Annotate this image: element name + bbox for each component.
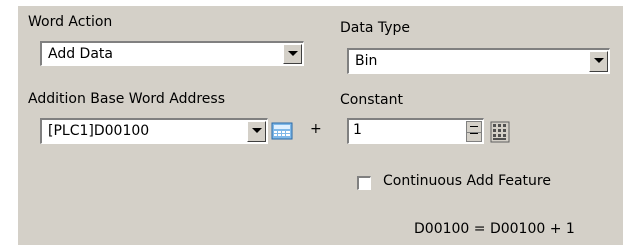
- keypad-icon[interactable]: [271, 120, 293, 142]
- chevron-down-icon[interactable]: [283, 44, 302, 64]
- plus-sign: +: [310, 121, 322, 137]
- addition-base-label: Addition Base Word Address: [28, 91, 225, 107]
- data-type-dropdown[interactable]: Bin: [347, 48, 610, 74]
- formula-text: D00100 = D00100 + 1: [414, 221, 575, 237]
- continuous-add-checkbox[interactable]: [357, 176, 371, 190]
- data-type-value: Bin: [355, 53, 378, 69]
- addition-base-value: [PLC1]D00100: [48, 123, 150, 139]
- word-action-dropdown[interactable]: Add Data: [40, 41, 304, 66]
- addition-base-address-dropdown[interactable]: [PLC1]D00100: [40, 118, 268, 144]
- constant-input[interactable]: 1: [347, 118, 484, 144]
- settings-panel: Word Action Add Data Data Type Bin Addit…: [18, 6, 623, 245]
- word-action-value: Add Data: [48, 46, 113, 62]
- calculator-icon[interactable]: [490, 121, 510, 143]
- spinner-icon[interactable]: [466, 121, 482, 142]
- chevron-down-icon[interactable]: [247, 121, 266, 142]
- continuous-add-label: Continuous Add Feature: [383, 173, 551, 189]
- word-action-label: Word Action: [28, 14, 113, 30]
- constant-value: 1: [353, 122, 362, 138]
- data-type-label: Data Type: [340, 20, 411, 36]
- constant-label: Constant: [340, 92, 403, 108]
- chevron-down-icon[interactable]: [589, 51, 608, 72]
